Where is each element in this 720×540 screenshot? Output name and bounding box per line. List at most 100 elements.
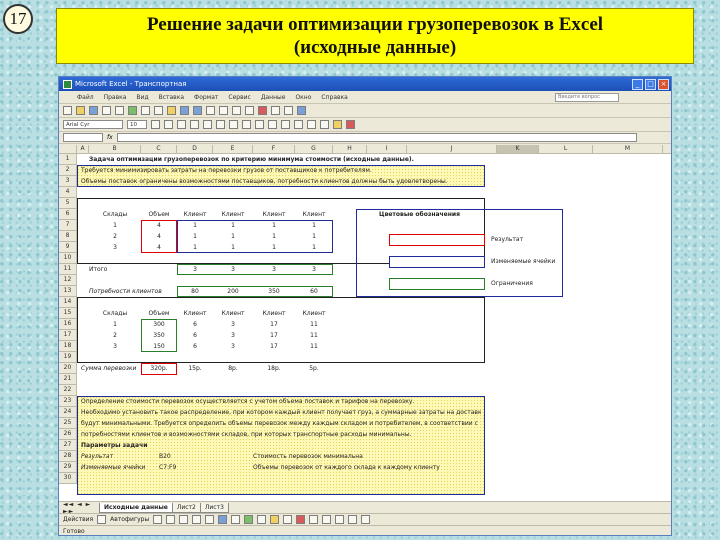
spelling-icon[interactable] xyxy=(128,106,137,115)
row-header[interactable]: 28 xyxy=(59,451,77,462)
font-name-select[interactable]: Arial Cyr xyxy=(63,120,123,129)
sheet-tab[interactable]: Лист2 xyxy=(171,502,201,513)
volume-cell[interactable]: 4 xyxy=(141,242,177,253)
col-header-b[interactable]: B xyxy=(89,145,141,154)
demand-label[interactable]: Потребности клиентов xyxy=(89,286,177,297)
demand-cell[interactable]: 60 xyxy=(295,286,333,297)
hyperlink-icon[interactable] xyxy=(206,106,215,115)
col-header-l[interactable]: L xyxy=(539,145,593,154)
supplier-id[interactable]: 1 xyxy=(89,220,141,231)
volume-header[interactable]: Объем xyxy=(141,308,177,319)
new-file-icon[interactable] xyxy=(63,106,72,115)
currency-icon[interactable] xyxy=(242,120,251,129)
font-color-icon[interactable] xyxy=(346,120,355,129)
menu-format[interactable]: Формат xyxy=(194,94,218,101)
cost-cell[interactable]: 3 xyxy=(213,319,253,330)
plan-cell[interactable]: 1 xyxy=(213,220,253,231)
line-icon[interactable] xyxy=(153,515,163,524)
client-header[interactable]: Клиент xyxy=(213,209,253,220)
copy-icon[interactable] xyxy=(154,106,163,115)
row-header[interactable]: 5 xyxy=(59,198,77,209)
thousands-icon[interactable] xyxy=(268,120,277,129)
row-header[interactable]: 16 xyxy=(59,319,77,330)
print-preview-icon[interactable] xyxy=(115,106,124,115)
note-line[interactable]: Определение стоимости перевозок осуществ… xyxy=(81,396,481,407)
cost-cell[interactable]: 11 xyxy=(295,319,333,330)
row-header[interactable]: 12 xyxy=(59,275,77,286)
cost-cell[interactable]: 3 xyxy=(213,341,253,352)
select-all-corner[interactable] xyxy=(59,145,77,154)
plan-cell[interactable]: 1 xyxy=(213,231,253,242)
help-icon[interactable] xyxy=(297,106,306,115)
cost-part-cell[interactable]: 15р. xyxy=(177,363,213,374)
row-header[interactable]: 25 xyxy=(59,418,77,429)
stock-cell[interactable]: 350 xyxy=(141,330,177,341)
arrow-style-icon[interactable] xyxy=(335,515,345,524)
col-header-c[interactable]: C xyxy=(141,145,177,154)
cost-cell[interactable]: 11 xyxy=(295,330,333,341)
menu-tools[interactable]: Сервис xyxy=(228,94,250,101)
col-header-h[interactable]: H xyxy=(333,145,367,154)
textbox-icon[interactable] xyxy=(205,515,215,524)
col-header-m[interactable]: M xyxy=(593,145,663,154)
name-box[interactable] xyxy=(63,133,103,142)
col-header-g[interactable]: G xyxy=(295,145,333,154)
plan-cell[interactable]: 1 xyxy=(177,220,213,231)
row-header[interactable]: 26 xyxy=(59,429,77,440)
row-header[interactable]: 21 xyxy=(59,374,77,385)
cost-cell[interactable]: 17 xyxy=(253,341,295,352)
minimize-button[interactable]: _ xyxy=(632,78,643,90)
row-header[interactable]: 9 xyxy=(59,242,77,253)
total-label[interactable]: Итого xyxy=(89,264,141,275)
fx-icon[interactable]: fx xyxy=(107,134,113,141)
legend-result-label[interactable]: Результат xyxy=(491,234,561,245)
col-header-f[interactable]: F xyxy=(253,145,295,154)
row-header[interactable]: 2 xyxy=(59,165,77,176)
row-header[interactable]: 27 xyxy=(59,440,77,451)
cost-part-cell[interactable]: 8р. xyxy=(213,363,253,374)
menu-view[interactable]: Вид xyxy=(136,94,148,101)
row-header[interactable]: 24 xyxy=(59,407,77,418)
row-header[interactable]: 8 xyxy=(59,231,77,242)
row-header[interactable]: 14 xyxy=(59,297,77,308)
total-cell[interactable]: 3 xyxy=(213,264,253,275)
client-header[interactable]: Клиент xyxy=(177,209,213,220)
row-header[interactable]: 11 xyxy=(59,264,77,275)
bold-icon[interactable] xyxy=(151,120,160,129)
menu-edit[interactable]: Правка xyxy=(104,94,127,101)
sheet-tab-active[interactable]: Исходные данные xyxy=(99,502,173,513)
undo-icon[interactable] xyxy=(180,106,189,115)
align-center-icon[interactable] xyxy=(203,120,212,129)
col-header-e[interactable]: E xyxy=(213,145,253,154)
align-right-icon[interactable] xyxy=(216,120,225,129)
cost-cell[interactable]: 17 xyxy=(253,319,295,330)
decrease-decimal-icon[interactable] xyxy=(294,120,303,129)
fill-color-icon[interactable] xyxy=(270,515,280,524)
legend-variables-label[interactable]: Изменяемые ячейки xyxy=(491,256,561,267)
open-folder-icon[interactable] xyxy=(76,106,85,115)
total-cell[interactable]: 3 xyxy=(177,264,213,275)
cost-cell[interactable]: 6 xyxy=(177,341,213,352)
line-color-icon[interactable] xyxy=(283,515,293,524)
param-result-desc[interactable]: Стоимость перевозок минимальна xyxy=(253,451,473,462)
col-header-j[interactable]: J xyxy=(407,145,497,154)
description-line[interactable]: Объемы поставок ограничены возможностями… xyxy=(81,176,481,187)
param-vars-ref[interactable]: C7:F9 xyxy=(159,462,199,473)
row-header[interactable]: 30 xyxy=(59,473,77,484)
client-header[interactable]: Клиент xyxy=(253,308,295,319)
diagram-icon[interactable] xyxy=(231,515,241,524)
param-result-label[interactable]: Результат xyxy=(81,451,141,462)
plan-cell[interactable]: 1 xyxy=(253,220,295,231)
supplier-id[interactable]: 2 xyxy=(89,231,141,242)
arrow-icon[interactable] xyxy=(166,515,176,524)
fill-color-icon[interactable] xyxy=(333,120,342,129)
font-color-icon[interactable] xyxy=(296,515,306,524)
help-search-input[interactable]: Введите вопрос xyxy=(555,93,619,102)
supplier-header[interactable]: Склады xyxy=(89,308,141,319)
demand-cell[interactable]: 200 xyxy=(213,286,253,297)
param-vars-desc[interactable]: Объемы перевозок от каждого склада к каж… xyxy=(253,462,473,473)
menu-insert[interactable]: Вставка xyxy=(159,94,184,101)
font-size-select[interactable]: 10 xyxy=(127,120,147,129)
zoom-icon[interactable] xyxy=(284,106,293,115)
drawing-icon[interactable] xyxy=(271,106,280,115)
